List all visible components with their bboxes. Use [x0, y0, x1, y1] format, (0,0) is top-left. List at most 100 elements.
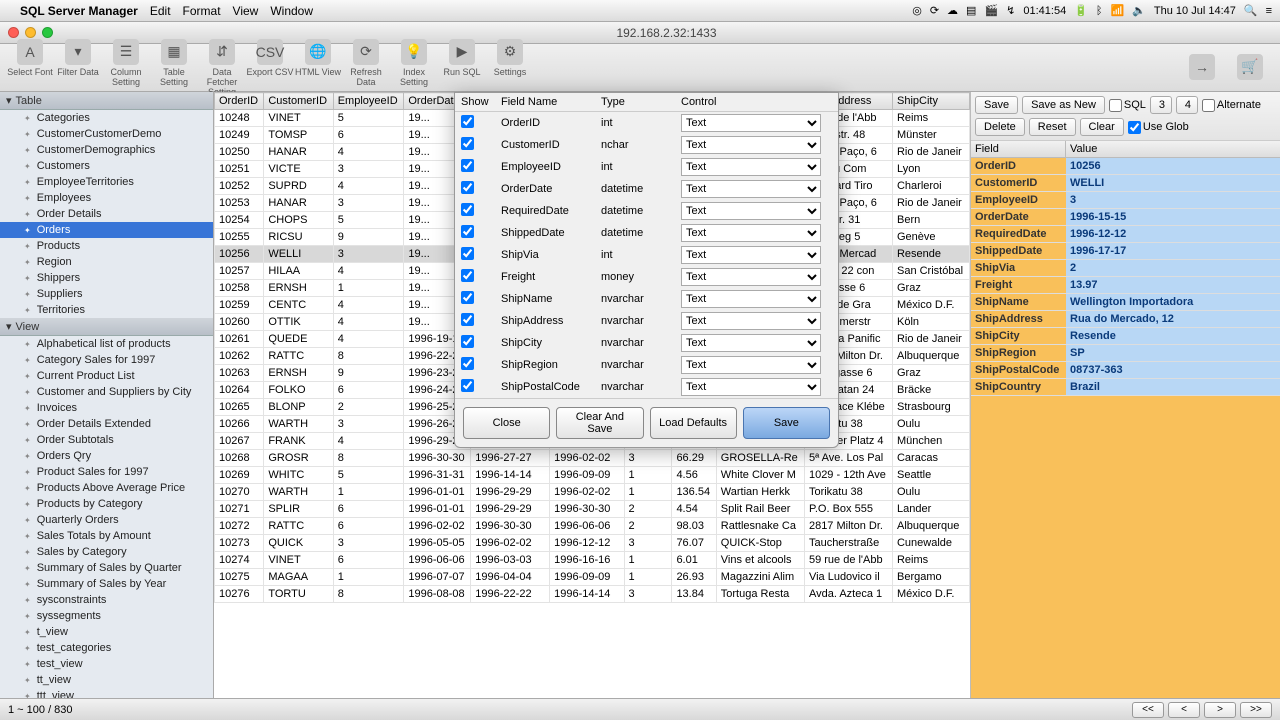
- menubar-icon[interactable]: ↯: [1006, 4, 1015, 17]
- bluetooth-icon[interactable]: ᛒ: [1096, 5, 1103, 17]
- clear-button[interactable]: Clear: [1080, 118, 1124, 136]
- show-checkbox[interactable]: [461, 379, 474, 392]
- notification-icon[interactable]: ≡: [1266, 5, 1272, 17]
- table-row[interactable]: 10274VINET61996-06-061996-03-031996-16-1…: [215, 552, 970, 569]
- column-orderid[interactable]: OrderID: [215, 93, 264, 110]
- sidebar-item-customer-and-suppliers-by-city[interactable]: ✦Customer and Suppliers by City: [0, 384, 213, 400]
- sidebar-item-ttt-view[interactable]: ✦ttt_view: [0, 688, 213, 698]
- detail-value[interactable]: 3: [1066, 192, 1280, 208]
- sidebar-item-quarterly-orders[interactable]: ✦Quarterly Orders: [0, 512, 213, 528]
- alternate-checkbox[interactable]: [1202, 99, 1215, 112]
- nav-button-2[interactable]: >: [1204, 702, 1236, 718]
- sidebar-item-order-details[interactable]: ✦Order Details: [0, 206, 213, 222]
- menu-window[interactable]: Window: [270, 4, 313, 18]
- control-select[interactable]: Text: [681, 136, 821, 154]
- detail-value[interactable]: 2: [1066, 260, 1280, 276]
- menubar-icon[interactable]: ☁: [947, 4, 958, 17]
- clock[interactable]: Thu 10 Jul 14:47: [1154, 5, 1236, 17]
- sidebar-group-view[interactable]: ▾View: [0, 318, 213, 336]
- page-4-button[interactable]: 4: [1176, 96, 1198, 114]
- settings[interactable]: ⚙Settings: [486, 39, 534, 97]
- use-global-checkbox[interactable]: [1128, 121, 1141, 134]
- sidebar-item-territories[interactable]: ✦Territories: [0, 302, 213, 318]
- table-row[interactable]: 10271SPLIR61996-01-011996-29-291996-30-3…: [215, 501, 970, 518]
- table-row[interactable]: 10276TORTU81996-08-081996-22-221996-14-1…: [215, 586, 970, 603]
- show-checkbox[interactable]: [461, 313, 474, 326]
- sidebar-item-current-product-list[interactable]: ✦Current Product List: [0, 368, 213, 384]
- select-font[interactable]: ASelect Font: [6, 39, 54, 97]
- sidebar-item-sales-totals-by-amount[interactable]: ✦Sales Totals by Amount: [0, 528, 213, 544]
- table-row[interactable]: 10268GROSR81996-30-301996-27-271996-02-0…: [215, 450, 970, 467]
- nav-button-1[interactable]: <: [1168, 702, 1200, 718]
- sidebar-item-employees[interactable]: ✦Employees: [0, 190, 213, 206]
- wifi-icon[interactable]: 📶: [1111, 4, 1125, 17]
- show-checkbox[interactable]: [461, 357, 474, 370]
- sidebar-item-product-sales-for-1997[interactable]: ✦Product Sales for 1997: [0, 464, 213, 480]
- nav-button-3[interactable]: >>: [1240, 702, 1272, 718]
- detail-value[interactable]: Resende: [1066, 328, 1280, 344]
- show-checkbox[interactable]: [461, 335, 474, 348]
- spotlight-icon[interactable]: 🔍: [1244, 4, 1258, 17]
- close-window-button[interactable]: [8, 27, 19, 38]
- control-select[interactable]: Text: [681, 158, 821, 176]
- control-select[interactable]: Text: [681, 312, 821, 330]
- show-checkbox[interactable]: [461, 225, 474, 238]
- detail-value[interactable]: 1996-12-12: [1066, 226, 1280, 242]
- sidebar-item-products-by-category[interactable]: ✦Products by Category: [0, 496, 213, 512]
- popup-clear-save-button[interactable]: Clear And Save: [556, 407, 643, 439]
- app-name[interactable]: SQL Server Manager: [20, 4, 138, 18]
- menubar-icon[interactable]: 🎬: [984, 4, 998, 17]
- detail-value[interactable]: Wellington Importadora: [1066, 294, 1280, 310]
- column-customerid[interactable]: CustomerID: [264, 93, 333, 110]
- detail-value[interactable]: WELLI: [1066, 175, 1280, 191]
- sidebar-item-test-categories[interactable]: ✦test_categories: [0, 640, 213, 656]
- popup-close-button[interactable]: Close: [463, 407, 550, 439]
- toolbar-forward[interactable]: →: [1178, 54, 1226, 82]
- menubar-icon[interactable]: ⟳: [930, 4, 939, 17]
- sidebar-item-suppliers[interactable]: ✦Suppliers: [0, 286, 213, 302]
- sidebar-item-customerdemographics[interactable]: ✦CustomerDemographics: [0, 142, 213, 158]
- show-checkbox[interactable]: [461, 115, 474, 128]
- reset-button[interactable]: Reset: [1029, 118, 1076, 136]
- control-select[interactable]: Text: [681, 202, 821, 220]
- menubar-icon[interactable]: ▤: [966, 4, 976, 17]
- sidebar-item-sales-by-category[interactable]: ✦Sales by Category: [0, 544, 213, 560]
- control-select[interactable]: Text: [681, 290, 821, 308]
- column-setting[interactable]: ☰Column Setting: [102, 39, 150, 97]
- page-3-button[interactable]: 3: [1150, 96, 1172, 114]
- table-setting[interactable]: ▦Table Setting: [150, 39, 198, 97]
- sidebar-item-products[interactable]: ✦Products: [0, 238, 213, 254]
- control-select[interactable]: Text: [681, 114, 821, 132]
- sidebar-item-sysconstraints[interactable]: ✦sysconstraints: [0, 592, 213, 608]
- minimize-window-button[interactable]: [25, 27, 36, 38]
- column-employeeid[interactable]: EmployeeID: [333, 93, 404, 110]
- popup-load-defaults-button[interactable]: Load Defaults: [650, 407, 737, 439]
- sidebar-group-table[interactable]: ▾Table: [0, 92, 213, 110]
- sidebar-item-shippers[interactable]: ✦Shippers: [0, 270, 213, 286]
- save-button[interactable]: Save: [975, 96, 1018, 114]
- menubar-icon[interactable]: ◎: [912, 4, 922, 17]
- nav-button-0[interactable]: <<: [1132, 702, 1164, 718]
- column-shipcity[interactable]: ShipCity: [892, 93, 969, 110]
- delete-button[interactable]: Delete: [975, 118, 1025, 136]
- control-select[interactable]: Text: [681, 180, 821, 198]
- save-as-new-button[interactable]: Save as New: [1022, 96, 1105, 114]
- show-checkbox[interactable]: [461, 203, 474, 216]
- sidebar-item-category-sales-for-1997[interactable]: ✦Category Sales for 1997: [0, 352, 213, 368]
- sidebar-item-invoices[interactable]: ✦Invoices: [0, 400, 213, 416]
- detail-value[interactable]: 08737-363: [1066, 362, 1280, 378]
- zoom-window-button[interactable]: [42, 27, 53, 38]
- sidebar-item-orders-qry[interactable]: ✦Orders Qry: [0, 448, 213, 464]
- table-row[interactable]: 10272RATTC61996-02-021996-30-301996-06-0…: [215, 518, 970, 535]
- detail-value[interactable]: SP: [1066, 345, 1280, 361]
- show-checkbox[interactable]: [461, 291, 474, 304]
- html-view[interactable]: 🌐HTML View: [294, 39, 342, 97]
- sidebar-item-orders[interactable]: ✦Orders: [0, 222, 213, 238]
- sidebar-item-summary-of-sales-by-quarter[interactable]: ✦Summary of Sales by Quarter: [0, 560, 213, 576]
- menu-format[interactable]: Format: [183, 4, 221, 18]
- detail-value[interactable]: 10256: [1066, 158, 1280, 174]
- sidebar-item-order-subtotals[interactable]: ✦Order Subtotals: [0, 432, 213, 448]
- sidebar-item-summary-of-sales-by-year[interactable]: ✦Summary of Sales by Year: [0, 576, 213, 592]
- control-select[interactable]: Text: [681, 246, 821, 264]
- table-row[interactable]: 10273QUICK31996-05-051996-02-021996-12-1…: [215, 535, 970, 552]
